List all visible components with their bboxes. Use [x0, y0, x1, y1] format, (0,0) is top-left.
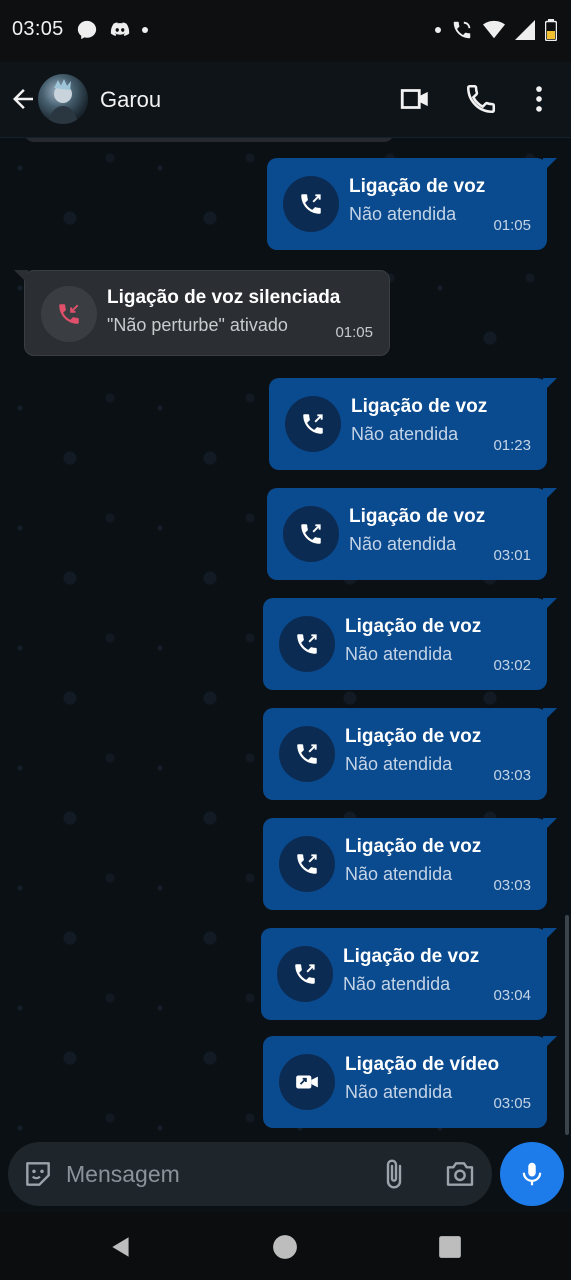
call-status: Não atendida — [349, 534, 457, 554]
call-title: Ligação de voz silenciada — [107, 287, 341, 308]
call-status: Não atendida — [345, 644, 453, 664]
message-time: 03:02 — [493, 657, 531, 674]
call-message[interactable]: Ligação de voz Não atendida 03:02 — [263, 598, 557, 690]
more-vert-icon[interactable] — [522, 82, 556, 116]
call-status: Não atendida — [343, 974, 451, 994]
call-message[interactable]: Ligação de voz silenciada "Não perturbe"… — [14, 270, 390, 356]
voice-call-icon[interactable] — [464, 82, 498, 116]
outgoing-call-icon — [285, 396, 341, 452]
message-time: 01:05 — [493, 217, 531, 234]
call-status: Não atendida — [345, 754, 453, 774]
message-time: 03:03 — [493, 877, 531, 894]
call-status: "Não perturbe" ativado — [107, 315, 288, 335]
call-title: Ligação de voz — [349, 176, 486, 197]
previous-message-edge — [24, 138, 394, 142]
wifi-call-icon — [453, 21, 471, 39]
video-call-icon[interactable] — [398, 82, 432, 116]
back-arrow-icon[interactable] — [8, 84, 38, 114]
outgoing-call-icon — [279, 616, 335, 672]
call-message[interactable]: Ligação de voz Não atendida 03:03 — [263, 818, 557, 910]
scrollbar[interactable] — [565, 915, 569, 1135]
outgoing-call-icon — [283, 176, 339, 232]
call-status: Não atendida — [345, 864, 453, 884]
message-composer — [8, 1142, 492, 1206]
call-status: Não atendida — [351, 424, 459, 444]
call-title: Ligação de voz — [343, 946, 480, 967]
call-status: Não atendida — [349, 204, 457, 224]
call-status: Não atendida — [345, 1082, 453, 1102]
paperclip-icon[interactable] — [378, 1156, 410, 1192]
call-title: Ligação de voz — [351, 396, 488, 417]
outgoing-call-icon — [277, 946, 333, 1002]
call-message[interactable]: Ligação de voz Não atendida 03:01 — [267, 488, 557, 580]
contact-name[interactable]: Garou — [100, 87, 161, 113]
system-nav-bar — [0, 1212, 571, 1280]
outgoing-call-icon — [279, 836, 335, 892]
message-time: 03:05 — [493, 1095, 531, 1112]
messenger-icon — [77, 20, 97, 40]
call-title: Ligação de voz — [349, 506, 486, 527]
nav-recents-icon[interactable] — [437, 1234, 463, 1260]
chat-area[interactable]: Ligação de voz Não atendida 01:05 Ligaçã… — [0, 138, 571, 1142]
nav-home-icon[interactable] — [272, 1234, 298, 1260]
call-message[interactable]: Ligação de voz Não atendida 03:03 — [263, 708, 557, 800]
call-title: Ligação de voz — [345, 616, 482, 637]
status-time: 03:05 — [12, 18, 64, 40]
call-title: Ligação de voz — [345, 836, 482, 857]
call-message[interactable]: Ligação de voz Não atendida 01:05 — [267, 158, 557, 250]
call-title: Ligação de vídeo — [345, 1054, 500, 1075]
notification-dot-icon — [142, 27, 148, 33]
message-time: 03:01 — [493, 547, 531, 564]
message-time: 01:05 — [335, 324, 373, 341]
status-bar: 03:05 — [0, 0, 571, 62]
signal-icon — [515, 20, 535, 40]
chat-header: Garou — [0, 62, 571, 138]
battery-icon — [545, 19, 557, 41]
message-time: 03:04 — [493, 987, 531, 1004]
camera-icon[interactable] — [442, 1158, 478, 1190]
sticker-emoji-icon[interactable] — [22, 1158, 54, 1190]
microphone-icon — [522, 1162, 542, 1186]
call-message[interactable]: Ligação de voz Não atendida 01:23 — [269, 378, 557, 470]
message-time: 03:03 — [493, 767, 531, 784]
avatar[interactable] — [38, 74, 88, 124]
message-time: 01:23 — [493, 437, 531, 454]
outgoing-video-call-icon — [279, 1054, 335, 1110]
nav-back-icon[interactable] — [108, 1234, 134, 1260]
outgoing-call-icon — [279, 726, 335, 782]
call-title: Ligação de voz — [345, 726, 482, 747]
mic-button[interactable] — [500, 1142, 564, 1206]
message-input[interactable] — [66, 1152, 366, 1196]
missed-call-icon — [41, 286, 97, 342]
notification-dot-icon — [435, 27, 441, 33]
outgoing-call-icon — [283, 506, 339, 562]
call-message[interactable]: Ligação de vídeo Não atendida 03:05 — [263, 1036, 557, 1128]
call-message[interactable]: Ligação de voz Não atendida 03:04 — [261, 928, 557, 1020]
discord-icon — [110, 22, 130, 36]
wifi-icon — [483, 20, 505, 39]
